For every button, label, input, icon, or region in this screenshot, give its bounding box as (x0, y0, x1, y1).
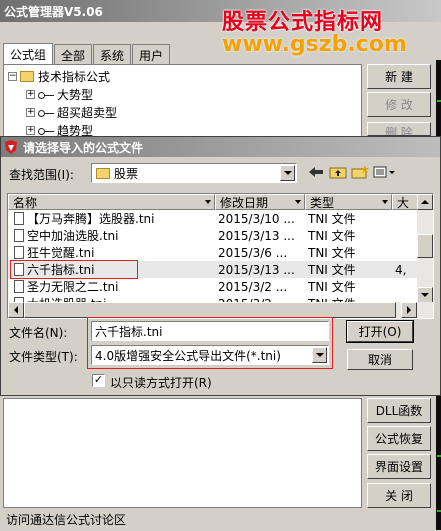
lookin-label: 查找范围(I): (9, 168, 74, 182)
watermark-url: www.gszb.com (222, 32, 407, 57)
forum-link[interactable]: 访问通达信公式讨论区 (6, 511, 126, 528)
dialog-titlebar: 请选择导入的公式文件 (1, 137, 440, 157)
scroll-down-icon[interactable] (417, 287, 433, 303)
filename-label: 文件名(N): (9, 326, 68, 340)
file-size: 4, (395, 262, 407, 277)
dll-function-button[interactable]: DLL函数 (367, 398, 431, 423)
column-size-label: 大 (397, 195, 410, 210)
chevron-down-icon[interactable] (280, 165, 295, 181)
scroll-right-icon[interactable] (401, 302, 417, 318)
expand-icon[interactable]: + (26, 90, 35, 99)
file-type: TNI 文件 (308, 263, 356, 277)
folder-icon (96, 167, 110, 179)
screen: 公式管理器V5.06 公式组 全部 系统 用户 − 技术指标公式 + 大势型 +… (0, 0, 441, 531)
column-name[interactable]: 名称 (8, 194, 215, 210)
file-name: 【万马奔腾】选股器.tni (27, 212, 155, 226)
column-type[interactable]: 类型 (305, 194, 392, 210)
file-list-hscroll[interactable] (8, 302, 433, 318)
up-folder-icon[interactable] (327, 163, 349, 181)
delete-button[interactable]: 删 除 (367, 122, 431, 136)
new-button[interactable]: 新 建 (367, 64, 431, 89)
tab-all[interactable]: 全部 (54, 44, 93, 64)
file-name: 狂牛觉醒.tni (27, 246, 95, 260)
file-name: 圣力无限之二.tni (27, 280, 119, 294)
column-date[interactable]: 修改日期 (215, 194, 305, 210)
filename-type-highlight (87, 317, 333, 369)
expand-icon[interactable]: + (26, 126, 35, 135)
file-list-header: 名称 修改日期 类型 大 (8, 194, 419, 210)
app-icon (5, 140, 17, 154)
formula-description-panel (3, 398, 362, 508)
modify-button[interactable]: 修 改 (367, 92, 431, 117)
new-folder-icon[interactable] (349, 163, 371, 181)
tree-root-label: 技术指标公式 (38, 70, 111, 84)
close-button[interactable]: 关 闭 (367, 483, 431, 508)
hscroll-thumb[interactable] (24, 302, 396, 318)
file-row[interactable]: 【万马奔腾】选股器.tni 2015/3/10 ... TNI 文件 (8, 210, 419, 227)
file-icon (14, 246, 24, 259)
lookin-value: 股票 (114, 166, 139, 181)
key-icon (38, 126, 54, 136)
readonly-checkbox[interactable]: ✓ (92, 374, 105, 387)
file-date: 2015/3/2 ... (218, 279, 288, 294)
file-type: TNI 文件 (308, 280, 356, 294)
column-type-label: 类型 (310, 195, 335, 210)
tree-root[interactable]: − 技术指标公式 (8, 68, 110, 85)
lookin-combo[interactable]: 股票 (91, 163, 297, 183)
formula-tabs: 公式组 全部 系统 用户 (3, 43, 171, 64)
key-icon (38, 108, 54, 118)
tab-formula-group[interactable]: 公式组 (3, 43, 54, 64)
scroll-left-icon[interactable] (8, 302, 24, 318)
selected-file-highlight (10, 260, 138, 279)
tree-item[interactable]: + 大势型 (26, 86, 93, 103)
file-icon (14, 229, 24, 242)
tree-item-label: 大势型 (57, 88, 94, 102)
open-button[interactable]: 打开(O) (346, 320, 414, 343)
expand-icon[interactable]: + (26, 108, 35, 117)
readonly-label[interactable]: 以只读方式打开(R) (110, 374, 212, 391)
import-file-dialog: 请选择导入的公式文件 查找范围(I): 股票 名称 修改日期 类型 大 【万马奔… (0, 136, 441, 396)
file-date: 2015/3/6 ... (218, 245, 288, 260)
vscroll-thumb[interactable] (417, 234, 433, 258)
dialog-title: 请选择导入的公式文件 (23, 140, 144, 155)
key-icon (38, 90, 54, 100)
file-row[interactable]: 狂牛觉醒.tni 2015/3/6 ... TNI 文件 (8, 244, 419, 261)
file-date: 2015/3/10 ... (218, 211, 295, 226)
file-list[interactable]: 名称 修改日期 类型 大 【万马奔腾】选股器.tni 2015/3/10 ...… (7, 193, 434, 319)
file-type: TNI 文件 (308, 212, 356, 226)
collapse-icon[interactable]: − (8, 72, 17, 81)
back-icon[interactable] (305, 163, 327, 181)
view-menu-icon[interactable] (371, 163, 399, 181)
folder-icon (20, 71, 34, 82)
tree-item[interactable]: + 超买超卖型 (26, 104, 117, 121)
column-size[interactable]: 大 (392, 194, 419, 210)
column-name-label: 名称 (13, 195, 38, 210)
interface-settings-button[interactable]: 界面设置 (367, 454, 431, 479)
file-row[interactable]: 圣力无限之二.tni 2015/3/2 ... TNI 文件 (8, 278, 419, 295)
tab-user[interactable]: 用户 (132, 44, 171, 64)
tab-system[interactable]: 系统 (93, 44, 132, 64)
file-row[interactable]: 空中加油选股.tni 2015/3/13 ... TNI 文件 (8, 227, 419, 244)
file-list-vscroll[interactable] (417, 194, 433, 303)
column-date-label: 修改日期 (220, 195, 269, 210)
file-date: 2015/3/13 ... (218, 228, 295, 243)
file-date: 2015/3/13 ... (218, 262, 295, 277)
file-type: TNI 文件 (308, 246, 356, 260)
file-icon (14, 280, 24, 293)
file-type: TNI 文件 (308, 229, 356, 243)
file-icon (14, 212, 24, 225)
filetype-label: 文件类型(T): (9, 350, 78, 364)
tree-item-label: 超买超卖型 (57, 106, 118, 120)
formula-restore-button[interactable]: 公式恢复 (367, 426, 431, 451)
file-name: 空中加油选股.tni (27, 229, 119, 243)
scroll-up-icon[interactable] (417, 194, 433, 210)
cancel-button[interactable]: 取消 (347, 349, 413, 370)
